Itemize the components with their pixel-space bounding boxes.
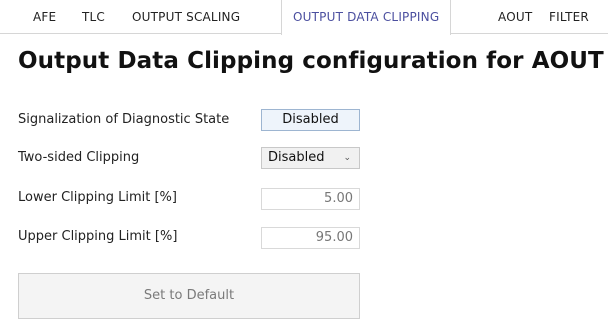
set-to-default-button[interactable]: Set to Default — [18, 273, 360, 319]
tab-aout[interactable]: AOUT — [498, 0, 532, 34]
two-sided-clipping-value: Disabled — [268, 150, 325, 165]
tab-afe[interactable]: AFE — [33, 0, 56, 34]
page-title: Output Data Clipping configuration for A… — [18, 48, 604, 74]
tab-tlc[interactable]: TLC — [82, 0, 105, 34]
signalization-toggle-button[interactable]: Disabled — [261, 109, 360, 131]
two-sided-clipping-label: Two-sided Clipping — [18, 150, 140, 165]
upper-clipping-limit-label: Upper Clipping Limit [%] — [18, 229, 178, 244]
lower-clipping-limit-input[interactable]: 5.00 — [261, 188, 360, 210]
tab-bar: AFE TLC OUTPUT SCALING OUTPUT DATA CLIPP… — [0, 0, 608, 35]
upper-clipping-limit-input[interactable]: 95.00 — [261, 227, 360, 249]
two-sided-clipping-select[interactable]: Disabled ⌄ — [261, 147, 360, 169]
tab-output-scaling[interactable]: OUTPUT SCALING — [132, 0, 240, 34]
lower-clipping-limit-label: Lower Clipping Limit [%] — [18, 190, 177, 205]
tab-filter[interactable]: FILTER — [549, 0, 589, 34]
signalization-label: Signalization of Diagnostic State — [18, 112, 230, 127]
chevron-down-icon: ⌄ — [343, 153, 351, 163]
tab-output-data-clipping[interactable]: OUTPUT DATA CLIPPING — [281, 0, 452, 35]
